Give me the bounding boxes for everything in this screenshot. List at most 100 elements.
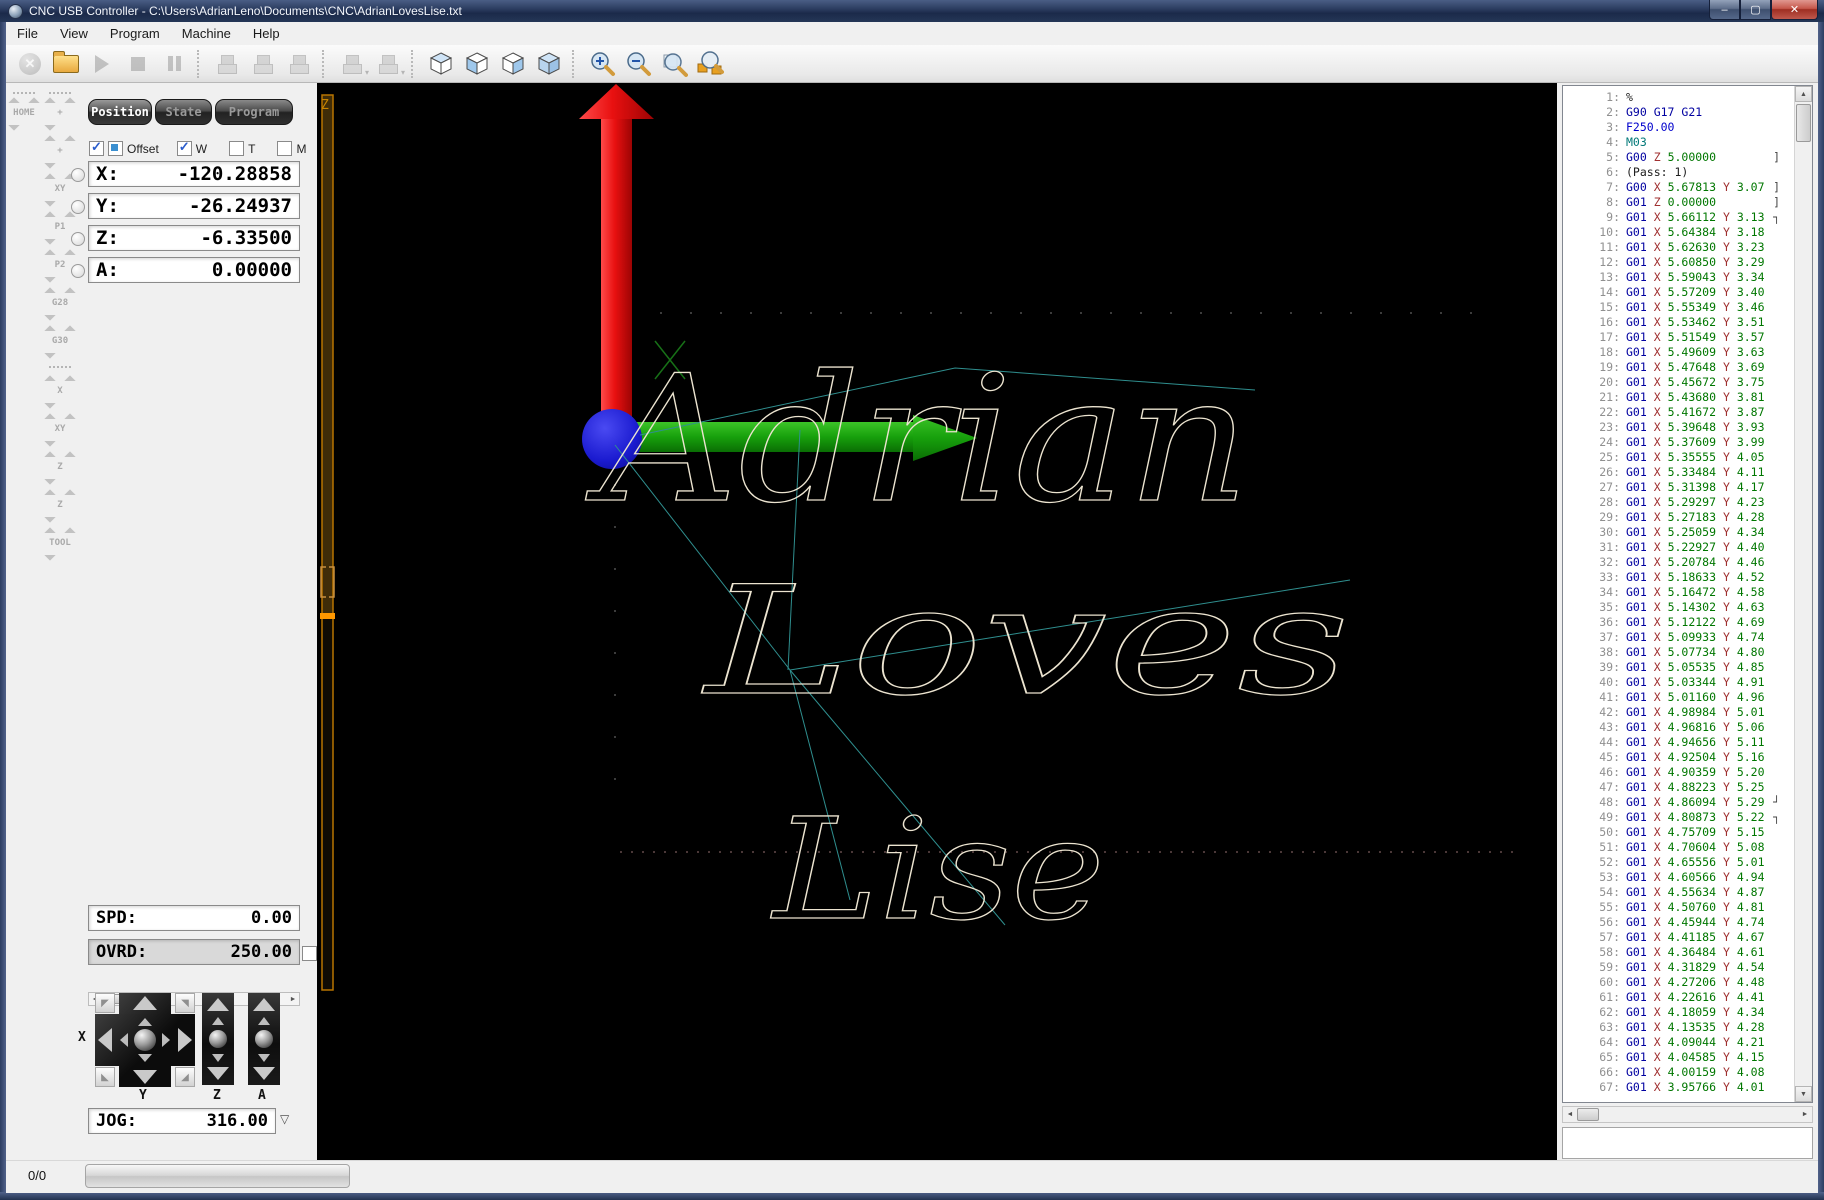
gcode-line[interactable]: 48: G01 X 4.86094 Y 5.29 ┘ [1564, 795, 1794, 810]
jog-pad-xy[interactable]: ◤ ◥ ◣ ◢ [95, 993, 195, 1087]
jog-z-plus-arrow[interactable] [207, 998, 229, 1011]
minimize-button[interactable]: – [1709, 0, 1740, 20]
flag-w-checkbox[interactable] [176, 139, 192, 156]
machine-edit-button[interactable] [245, 48, 281, 80]
scroll-left-button[interactable]: ◄ [1564, 1108, 1576, 1121]
gcode-line[interactable]: 43: G01 X 4.96816 Y 5.06 [1564, 720, 1794, 735]
view-top-button[interactable] [423, 48, 459, 80]
gcode-line[interactable]: 31: G01 X 5.22927 Y 4.40 [1564, 540, 1794, 555]
gcode-line[interactable]: 35: G01 X 5.14302 Y 4.63 [1564, 600, 1794, 615]
gcode-line[interactable]: 60: G01 X 4.27206 Y 4.48 [1564, 975, 1794, 990]
gcode-vertical-scrollbar[interactable]: ▲ ▼ [1794, 86, 1812, 1102]
goto-+-button[interactable]: + [44, 97, 76, 132]
jog-diagonal-down-left[interactable]: ◣ [95, 1067, 115, 1087]
zoom-in-button[interactable] [584, 48, 620, 80]
axis-select-radio-a[interactable] [71, 264, 85, 278]
jog-a-plus-step-arrow[interactable] [258, 1016, 270, 1025]
axis-select-radio-y[interactable] [71, 200, 85, 214]
machine-probe-button[interactable] [281, 48, 317, 80]
gcode-line[interactable]: 22: G01 X 5.41672 Y 3.87 [1564, 405, 1794, 420]
goto-g30-button[interactable]: G30 [44, 325, 76, 360]
gcode-line[interactable]: 1:% [1564, 90, 1794, 105]
toolbar-grip[interactable] [49, 92, 71, 94]
gcode-line[interactable]: 57: G01 X 4.41185 Y 4.67 [1564, 930, 1794, 945]
gcode-line[interactable]: 18: G01 X 5.49609 Y 3.63 [1564, 345, 1794, 360]
goto-xy-button[interactable]: XY [44, 413, 76, 448]
gcode-line[interactable]: 2: G90 G17 G21 [1564, 105, 1794, 120]
jog-center-knob[interactable] [134, 1029, 156, 1051]
gcode-line[interactable]: 56: G01 X 4.45944 Y 4.74 [1564, 915, 1794, 930]
tab-program[interactable]: Program [215, 99, 293, 125]
mdi-input[interactable] [1562, 1127, 1813, 1159]
jog-a-minus-arrow[interactable] [253, 1067, 275, 1080]
gcode-line[interactable]: 38: G01 X 5.07734 Y 4.80 [1564, 645, 1794, 660]
toolpath-button[interactable]: ▾ [334, 48, 370, 80]
gcode-line[interactable]: 47: G01 X 4.88223 Y 5.25 [1564, 780, 1794, 795]
gcode-list[interactable]: 1:% 2: G90 G17 G21 3: F250.00 4: M03 5: G00 Z 5.… [1564, 90, 1794, 1098]
gcode-line[interactable]: 44: G01 X 4.94656 Y 5.11 [1564, 735, 1794, 750]
tab-position[interactable]: Position [88, 99, 152, 125]
jog-pad-a[interactable] [248, 993, 280, 1085]
toolbar-grip[interactable] [13, 92, 35, 94]
jog-diagonal-down-right[interactable]: ◢ [175, 1067, 195, 1087]
gcode-line[interactable]: 12: G01 X 5.60850 Y 3.29 [1564, 255, 1794, 270]
scrollbar-thumb[interactable] [1796, 104, 1811, 142]
goto-p2-button[interactable]: P2 [44, 249, 76, 284]
gcode-line[interactable]: 25: G01 X 5.35555 Y 4.05 [1564, 450, 1794, 465]
menu-item-help[interactable]: Help [242, 23, 291, 44]
goto-tool-button[interactable]: TOOL [44, 527, 76, 562]
jog-y-plus-step-arrow[interactable] [138, 1018, 152, 1026]
gcode-line[interactable]: 46: G01 X 4.90359 Y 5.20 [1564, 765, 1794, 780]
gcode-line[interactable]: 5: G00 Z 5.00000] [1564, 150, 1794, 165]
gcode-line[interactable]: 26: G01 X 5.33484 Y 4.11 [1564, 465, 1794, 480]
jog-z-plus-step-arrow[interactable] [212, 1016, 224, 1025]
jog-z-minus-step-arrow[interactable] [212, 1053, 224, 1062]
gcode-line[interactable]: 40: G01 X 5.03344 Y 4.91 [1564, 675, 1794, 690]
goto-z-button[interactable]: Z [44, 489, 76, 524]
gcode-line[interactable]: 66: G01 X 4.00159 Y 4.08 [1564, 1065, 1794, 1080]
gcode-line[interactable]: 50: G01 X 4.75709 Y 5.15 [1564, 825, 1794, 840]
close-button[interactable]: ✕ [1771, 0, 1818, 20]
gcode-line[interactable]: 11: G01 X 5.62630 Y 3.23 [1564, 240, 1794, 255]
gcode-line[interactable]: 29: G01 X 5.27183 Y 4.28 [1564, 510, 1794, 525]
abort-button[interactable]: ✕ [12, 48, 48, 80]
zoom-out-button[interactable] [620, 48, 656, 80]
gcode-line[interactable]: 53: G01 X 4.60566 Y 4.94 [1564, 870, 1794, 885]
gcode-horizontal-scrollbar[interactable]: ◄ ► [1562, 1106, 1813, 1123]
gcode-line[interactable]: 59: G01 X 4.31829 Y 4.54 [1564, 960, 1794, 975]
gcode-line[interactable]: 6: (Pass: 1) [1564, 165, 1794, 180]
gcode-line[interactable]: 51: G01 X 4.70604 Y 5.08 [1564, 840, 1794, 855]
scrollbar-thumb[interactable] [1577, 1108, 1599, 1121]
gcode-line[interactable]: 30: G01 X 5.25059 Y 4.34 [1564, 525, 1794, 540]
gcode-line[interactable]: 19: G01 X 5.47648 Y 3.69 [1564, 360, 1794, 375]
axis-select-radio-x[interactable] [71, 168, 85, 182]
gcode-line[interactable]: 61: G01 X 4.22616 Y 4.41 [1564, 990, 1794, 1005]
gcode-line[interactable]: 36: G01 X 5.12122 Y 4.69 [1564, 615, 1794, 630]
offset-mode-checkbox[interactable] [108, 141, 123, 156]
override-enable-checkbox[interactable] [302, 946, 317, 961]
gcode-line[interactable]: 45: G01 X 4.92504 Y 5.16 [1564, 750, 1794, 765]
gcode-line[interactable]: 32: G01 X 5.20784 Y 4.46 [1564, 555, 1794, 570]
goto-+-button[interactable]: + [44, 135, 76, 170]
flag-t-checkbox[interactable] [229, 141, 245, 156]
gcode-line[interactable]: 3: F250.00 [1564, 120, 1794, 135]
gcode-line[interactable]: 64: G01 X 4.09044 Y 4.21 [1564, 1035, 1794, 1050]
gcode-line[interactable]: 9: G01 X 5.66112 Y 3.13 ┐ [1564, 210, 1794, 225]
gcode-line[interactable]: 14: G01 X 5.57209 Y 3.40 [1564, 285, 1794, 300]
jog-a-minus-step-arrow[interactable] [258, 1053, 270, 1062]
maximize-button[interactable]: ▢ [1740, 0, 1771, 20]
scroll-down-button[interactable]: ▼ [1795, 1086, 1812, 1102]
jog-a-plus-arrow[interactable] [253, 998, 275, 1011]
gcode-line[interactable]: 52: G01 X 4.65556 Y 5.01 [1564, 855, 1794, 870]
jog-x-minus-arrow[interactable] [98, 1028, 112, 1052]
scroll-right-button[interactable]: ► [1799, 1108, 1811, 1121]
home-button[interactable]: HOME [8, 97, 40, 132]
jog-a-knob[interactable] [255, 1030, 273, 1048]
jog-diagonal-up-left[interactable]: ◤ [95, 993, 115, 1013]
gcode-line[interactable]: 15: G01 X 5.55349 Y 3.46 [1564, 300, 1794, 315]
menu-item-program[interactable]: Program [99, 23, 171, 44]
scroll-up-button[interactable]: ▲ [1795, 86, 1812, 102]
view-side-button[interactable] [495, 48, 531, 80]
gcode-line[interactable]: 27: G01 X 5.31398 Y 4.17 [1564, 480, 1794, 495]
zoom-fit-button[interactable] [656, 48, 692, 80]
